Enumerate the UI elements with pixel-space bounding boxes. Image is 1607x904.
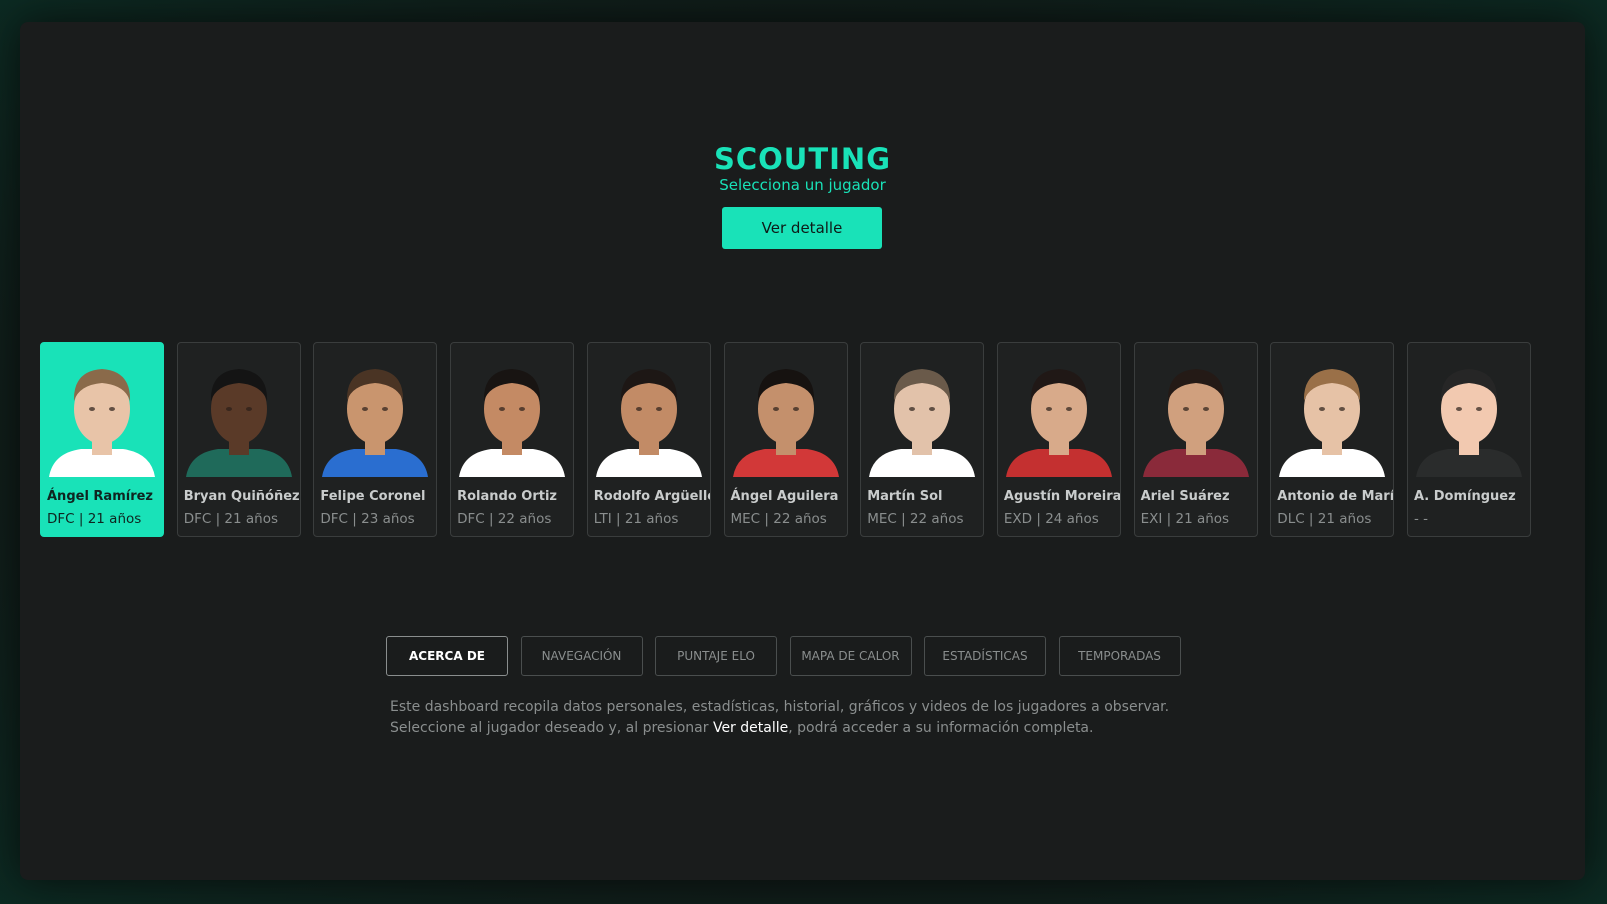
player-photo: [869, 369, 976, 477]
player-position-age: DLC | 21 años: [1277, 511, 1372, 527]
player-position-age: - -: [1414, 511, 1429, 527]
player-position-age: DFC | 22 años: [457, 511, 552, 527]
player-card[interactable]: Ángel Aguilera MEC | 22 años: [723, 342, 848, 537]
tab-acerca-de[interactable]: ACERCA DE: [386, 636, 508, 676]
player-name: Rolando Ortiz: [457, 489, 557, 504]
player-position-age: MEC | 22 años: [867, 511, 964, 527]
player-card[interactable]: A. Domínguez - -: [1407, 342, 1531, 537]
player-position-age: DFC | 21 años: [183, 511, 278, 527]
player-name: Martín Sol: [867, 489, 943, 504]
player-photo: [1416, 369, 1522, 477]
description-text-end: , podrá acceder a su información complet…: [788, 720, 1094, 736]
player-photo: [732, 369, 839, 477]
player-photo: [1005, 369, 1112, 477]
player-position-age: DFC | 23 años: [320, 511, 415, 527]
description: Este dashboard recopila datos personales…: [390, 697, 1200, 739]
description-highlight: Ver detalle: [712, 720, 789, 736]
player-card[interactable]: Antonio de María DLC | 21 años: [1270, 342, 1395, 537]
player-name: Ángel Aguilera: [730, 489, 839, 504]
page-title: SCOUTING: [713, 142, 891, 176]
player-position-age: EXI | 21 años: [1140, 511, 1230, 527]
player-card[interactable]: Martín Sol MEC | 22 años: [860, 342, 985, 537]
player-card[interactable]: Rolando Ortiz DFC | 22 años: [450, 342, 575, 537]
player-card-list: Ángel Ramírez DFC | 21 años Bryan Quiñóñez…: [40, 342, 1570, 537]
player-card[interactable]: Ángel Ramírez DFC | 21 años: [40, 342, 164, 537]
player-photo: [595, 369, 702, 477]
tab-mapa-de-calor[interactable]: MAPA DE CALOR: [789, 636, 912, 676]
header: SCOUTING Selecciona un jugador: [20, 142, 1585, 194]
player-photo: [1279, 369, 1386, 477]
tab-puntaje-elo[interactable]: PUNTAJE ELO: [655, 636, 777, 676]
tab-temporadas[interactable]: TEMPORADAS: [1058, 636, 1181, 676]
player-name: Rodolfo Argüello: [593, 489, 711, 504]
page-subtitle: Selecciona un jugador: [719, 176, 886, 194]
player-photo: [49, 369, 155, 477]
tab-navegación[interactable]: NAVEGACIÓN: [520, 636, 643, 676]
player-position-age: DFC | 21 años: [47, 511, 142, 527]
player-card[interactable]: Agustín Moreira EXD | 24 años: [996, 342, 1121, 537]
player-photo: [322, 369, 429, 477]
main-panel: SCOUTING Selecciona un jugador Ver detal…: [20, 22, 1585, 880]
player-name: Antonio de María: [1277, 489, 1395, 504]
player-photo: [185, 369, 292, 477]
player-name: Agustín Moreira: [1003, 489, 1121, 504]
tab-estadísticas[interactable]: ESTADÍSTICAS: [924, 636, 1046, 676]
player-position-age: EXD | 24 años: [1003, 511, 1099, 527]
player-card[interactable]: Rodolfo Argüello LTI | 21 años: [586, 342, 711, 537]
player-position-age: MEC | 22 años: [730, 511, 827, 527]
player-name: A. Domínguez: [1414, 489, 1516, 504]
player-photo: [1142, 369, 1249, 477]
player-name: Bryan Quiñóñez: [183, 489, 300, 504]
player-name: Ángel Ramírez: [47, 489, 153, 504]
player-name: Felipe Coronel: [320, 489, 426, 504]
player-name: Ariel Suárez: [1140, 489, 1230, 504]
player-photo: [459, 369, 566, 477]
player-card[interactable]: Felipe Coronel DFC | 23 años: [313, 342, 438, 537]
player-card[interactable]: Ariel Suárez EXI | 21 años: [1133, 342, 1258, 537]
player-card[interactable]: Bryan Quiñóñez DFC | 21 años: [176, 342, 301, 537]
view-detail-button[interactable]: Ver detalle: [722, 207, 882, 249]
player-position-age: LTI | 21 años: [593, 511, 679, 527]
